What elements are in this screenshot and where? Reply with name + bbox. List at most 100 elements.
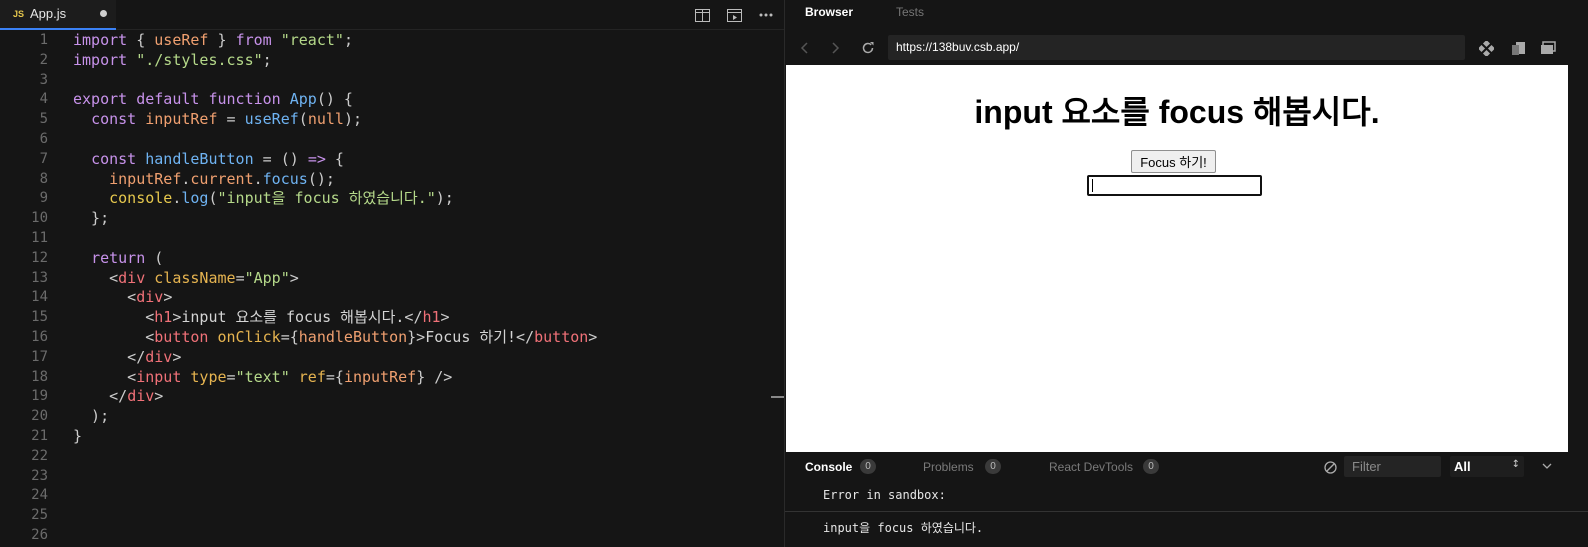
code-token: import bbox=[73, 31, 128, 49]
tab-tests[interactable]: Tests bbox=[896, 5, 924, 19]
code-line[interactable]: 16 <button onClick={handleButton}>Focus … bbox=[0, 327, 784, 347]
code-token: ); bbox=[343, 110, 362, 129]
code-line[interactable]: 3 bbox=[0, 70, 784, 90]
back-icon[interactable] bbox=[797, 40, 813, 56]
code-text: }; bbox=[73, 208, 109, 228]
code-text: inputRef.current.focus(); bbox=[73, 169, 335, 189]
code-token: h1 bbox=[154, 308, 173, 327]
line-number: 14 bbox=[31, 289, 48, 306]
code-text: </div> bbox=[73, 347, 181, 367]
url-bar[interactable]: https://138buv.csb.app/ bbox=[888, 35, 1465, 60]
tab-problems[interactable]: Problems bbox=[923, 460, 974, 474]
line-number: 2 bbox=[39, 51, 48, 68]
text-input[interactable] bbox=[1087, 175, 1262, 196]
line-number: 10 bbox=[31, 210, 48, 227]
code-line[interactable]: 13 <div className="App"> bbox=[0, 268, 784, 288]
pane-resize-handle[interactable] bbox=[771, 396, 784, 398]
code-token: h1 bbox=[422, 308, 441, 327]
log-level-select[interactable]: All ↕ bbox=[1450, 456, 1524, 477]
code-line[interactable]: 10 }; bbox=[0, 208, 784, 228]
code-line[interactable]: 1 import { useRef } from "react"; bbox=[0, 30, 784, 50]
code-line[interactable]: 25 bbox=[0, 505, 784, 525]
code-line[interactable]: 23 bbox=[0, 466, 784, 486]
open-new-window-icon[interactable] bbox=[1510, 40, 1526, 56]
console-count-badge: 0 bbox=[860, 459, 876, 474]
code-token: = bbox=[235, 268, 245, 287]
clear-console-icon[interactable] bbox=[1322, 459, 1338, 475]
browser-viewport: input 요소를 focus 해봅시다. Focus 하기! bbox=[786, 65, 1568, 452]
tab-app-js[interactable]: JS App.js bbox=[0, 0, 116, 30]
devtools-icon[interactable] bbox=[1478, 40, 1494, 56]
code-line[interactable]: 6 bbox=[0, 129, 784, 149]
code-line[interactable]: 24 bbox=[0, 485, 784, 505]
code-line[interactable]: 9 console.log("input을 focus 하였습니다."); bbox=[0, 188, 784, 208]
line-number: 16 bbox=[31, 329, 48, 345]
line-number: 13 bbox=[31, 269, 48, 286]
collapse-console-icon[interactable] bbox=[1539, 458, 1555, 474]
code-line[interactable]: 20 ); bbox=[0, 406, 784, 426]
code-token: > bbox=[163, 288, 173, 307]
code-area[interactable]: 1 import { useRef } from "react"; 2 import … bbox=[0, 30, 784, 547]
code-token: "./styles.css" bbox=[136, 50, 263, 69]
code-token: = bbox=[226, 367, 236, 386]
console-filter-input[interactable]: Filter bbox=[1344, 456, 1441, 477]
code-token: default bbox=[136, 90, 200, 109]
code-text: import "./styles.css"; bbox=[73, 50, 272, 70]
line-number: 15 bbox=[31, 309, 48, 326]
code-line[interactable]: 7 const handleButton = () => { bbox=[0, 149, 784, 169]
line-number: 11 bbox=[31, 230, 48, 246]
code-token: null bbox=[307, 110, 344, 129]
code-line[interactable]: 21} bbox=[0, 426, 784, 446]
tab-console[interactable]: Console bbox=[805, 460, 852, 474]
code-token: div bbox=[118, 268, 146, 287]
code-line[interactable]: 5 const inputRef = useRef(null); bbox=[0, 109, 784, 129]
code-token: < bbox=[73, 268, 119, 287]
code-token: ( bbox=[208, 189, 218, 208]
code-token: export bbox=[73, 90, 128, 109]
code-token: = () bbox=[253, 149, 308, 168]
tab-browser[interactable]: Browser bbox=[805, 5, 853, 19]
problems-count-badge: 0 bbox=[985, 459, 1001, 474]
code-line[interactable]: 17 </div> bbox=[0, 347, 784, 367]
code-line[interactable]: 2 import "./styles.css"; bbox=[0, 50, 784, 70]
code-line[interactable]: 22 bbox=[0, 446, 784, 466]
code-line[interactable]: 18 <input type="text" ref={inputRef} /> bbox=[0, 367, 784, 387]
code-line[interactable]: 26 bbox=[0, 525, 784, 545]
split-editor-icon[interactable] bbox=[694, 8, 710, 22]
forward-icon[interactable] bbox=[827, 40, 843, 56]
code-token: button bbox=[534, 328, 589, 346]
code-text: <input type="text" ref={inputRef} /> bbox=[73, 367, 452, 387]
code-line[interactable]: 12 return ( bbox=[0, 248, 784, 268]
code-text: <div className="App"> bbox=[73, 268, 299, 288]
code-token: </ bbox=[516, 328, 535, 346]
code-token: ; bbox=[343, 31, 353, 49]
code-text: return ( bbox=[73, 248, 163, 268]
code-line[interactable]: 14 <div> bbox=[0, 287, 784, 307]
code-line[interactable]: 8 inputRef.current.focus(); bbox=[0, 169, 784, 189]
line-number: 5 bbox=[39, 111, 48, 128]
preview-icon[interactable] bbox=[726, 8, 742, 22]
tab-react-devtools[interactable]: React DevTools bbox=[1049, 460, 1133, 474]
code-line[interactable]: 19 </div> bbox=[0, 386, 784, 406]
code-token: handleButton bbox=[145, 149, 254, 168]
refresh-icon[interactable] bbox=[860, 40, 876, 56]
code-text: ); bbox=[73, 406, 109, 426]
code-token: "react" bbox=[280, 31, 344, 49]
code-line[interactable]: 4 export default function App() { bbox=[0, 89, 784, 109]
more-icon[interactable] bbox=[758, 8, 774, 22]
fullscreen-icon[interactable] bbox=[1540, 40, 1556, 56]
code-token: { bbox=[325, 149, 344, 168]
code-token: useRef bbox=[244, 110, 299, 129]
code-line[interactable]: 11 bbox=[0, 228, 784, 248]
code-token: const bbox=[91, 149, 137, 168]
code-line[interactable]: 15 <h1>input 요소를 focus 해봅시다.</h1> bbox=[0, 307, 784, 327]
unsaved-dot-icon[interactable] bbox=[100, 10, 107, 17]
focus-button[interactable]: Focus 하기! bbox=[1131, 150, 1216, 173]
code-token: ={ bbox=[280, 328, 299, 346]
